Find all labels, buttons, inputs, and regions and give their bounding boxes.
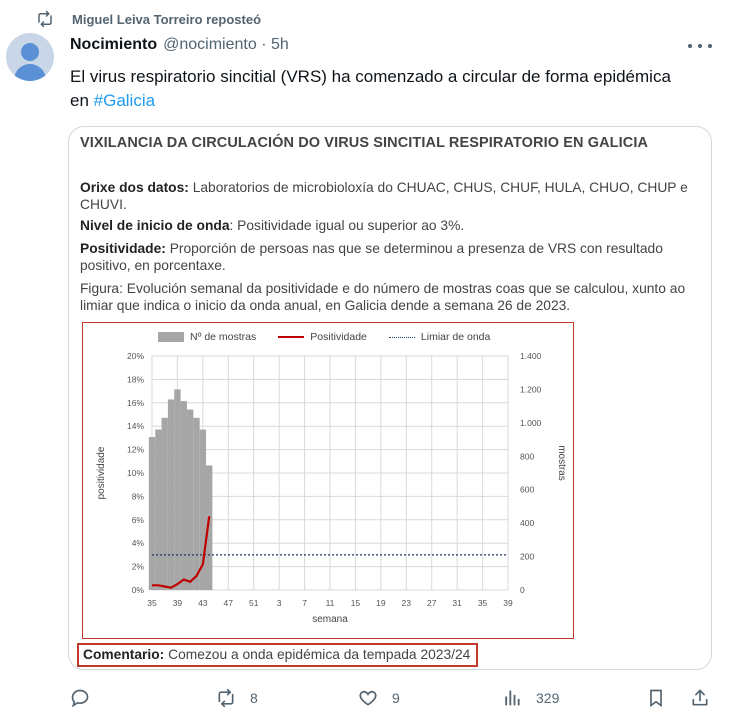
action-bar: 8 9 329 [0,688,752,712]
y-tick-label: 20% [127,351,144,361]
nivel-label: Nivel de inicio de onda [80,218,230,233]
y2-tick-label: 0 [520,585,525,595]
views-button[interactable]: 329 [502,688,559,708]
orixe-label: Orixe dos datos: [80,180,189,195]
x-tick-label: 47 [224,598,234,608]
info-nivel: Nivel de inicio de onda: Positividade ig… [80,217,700,234]
y-tick-label: 16% [127,398,144,408]
tweet-header: Nocimiento @nocimiento · 5h [70,36,289,54]
y-tick-label: 12% [127,445,144,455]
x-tick-label: 35 [147,598,157,608]
x-tick-label: 39 [173,598,183,608]
avatar[interactable] [6,33,54,81]
nivel-text: : Positividade igual ou superior ao 3%. [229,218,465,233]
share-button[interactable] [690,688,710,708]
x-tick-label: 43 [198,598,208,608]
y2-axis-label: mostras [556,445,567,481]
x-tick-label: 7 [302,598,307,608]
y-tick-label: 14% [127,421,144,431]
repost-count: 8 [250,690,258,706]
media-card[interactable]: VIXILANCIA DA CIRCULACIÓN DO VIRUS SINCI… [68,126,712,670]
repost-button[interactable]: 8 [216,688,258,708]
hashtag-link[interactable]: #Galicia [94,91,155,110]
repost-text: Miguel Leiva Torreiro reposteó [72,11,262,27]
y2-tick-label: 200 [520,552,534,562]
like-button[interactable]: 9 [358,688,400,708]
comment-text: Comezou a onda epidémica da tempada 2023… [164,647,471,662]
avatar-body [14,64,46,81]
x-tick-label: 19 [376,598,386,608]
tweet-text: El virus respiratorio sincitial (VRS) ha… [70,65,690,113]
repost-action-icon [218,688,234,708]
bookmark-icon [650,689,662,708]
y2-tick-label: 600 [520,485,534,495]
x-tick-label: 51 [249,598,259,608]
bar-mostras [167,399,175,590]
comment-label: Comentario: [83,647,165,662]
positividade-label: Positividade: [80,241,166,256]
positividade-text: Proporción de persoas nas que se determi… [80,241,663,273]
y2-tick-label: 1.200 [520,384,542,394]
bar-mostras [193,417,200,590]
card-title: VIXILANCIA DA CIRCULACIÓN DO VIRUS SINCI… [80,135,649,151]
repost-indicator[interactable]: Miguel Leiva Torreiro reposteó [36,10,261,28]
x-axis-label: semana [312,614,348,625]
bar-mostras [186,409,194,590]
y2-tick-label: 1.400 [520,351,542,361]
bar-mostras [174,389,181,590]
comment-box: Comentario: Comezou a onda epidémica da … [77,643,479,667]
x-tick-label: 35 [478,598,488,608]
y2-tick-label: 1.000 [520,418,542,428]
x-tick-label: 31 [452,598,462,608]
share-icon [692,689,708,706]
bookmark-button[interactable] [646,688,666,708]
y-axis-label: positividade [96,446,107,499]
bar-mostras [161,417,168,590]
y-tick-label: 10% [127,468,144,478]
reply-icon [71,689,89,708]
y-tick-label: 8% [132,491,145,501]
x-tick-label: 15 [351,598,361,608]
reply-button[interactable] [70,688,104,708]
author-meta[interactable]: @nocimiento · 5h [163,36,289,54]
tweet-body: El virus respiratorio sincitial (VRS) ha… [70,67,671,110]
heart-icon [359,690,377,706]
bar-mostras [148,437,156,590]
chart-figure: Nº de mostras Positividade Limiar de ond… [82,322,574,639]
y2-tick-label: 400 [520,518,534,528]
info-positividade: Positividade: Proporción de persoas nas … [80,240,700,274]
x-tick-label: 39 [503,598,513,608]
y-tick-label: 18% [127,374,144,384]
info-orixe: Orixe dos datos: Laboratorios de microbi… [80,179,700,213]
y-tick-label: 0% [132,585,145,595]
views-icon [505,690,520,706]
x-tick-label: 27 [427,598,437,608]
avatar-head [21,43,39,61]
bar-mostras [180,401,187,590]
y-tick-label: 2% [132,562,145,572]
bar-mostras [155,429,162,590]
y2-tick-label: 800 [520,451,534,461]
y-tick-label: 6% [132,515,145,525]
repost-icon [38,10,52,28]
views-count: 329 [536,690,560,706]
chart-plot: 0% 2% 4% 6% 8% 10% 12% 14% 16% 18% 20% 35 39 43 47 51 3 7… [96,351,567,625]
more-options-icon[interactable] [688,36,712,56]
x-tick-label: 3 [277,598,282,608]
author-name[interactable]: Nocimiento [70,36,157,54]
y-tick-label: 4% [132,538,145,548]
like-count: 9 [392,690,400,706]
info-figura: Figura: Evolución semanal da positividad… [80,281,686,313]
x-tick-label: 23 [402,598,412,608]
x-tick-label: 11 [326,598,335,608]
